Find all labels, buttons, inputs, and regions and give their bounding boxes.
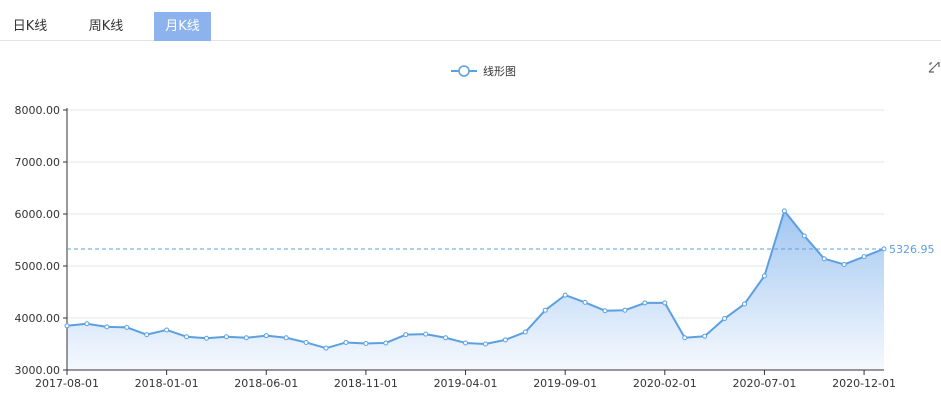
data-point[interactable] (363, 340, 369, 346)
data-point[interactable] (203, 335, 209, 341)
data-point[interactable] (124, 324, 130, 330)
y-tick-label: 3000.00 (15, 364, 61, 377)
data-point[interactable] (343, 339, 349, 345)
x-tick-label: 2020-07-01 (732, 377, 796, 390)
data-point[interactable] (303, 339, 309, 345)
data-point[interactable] (602, 308, 608, 314)
x-tick-label: 2019-09-01 (533, 377, 597, 390)
data-point[interactable] (881, 246, 887, 252)
data-point[interactable] (502, 337, 508, 343)
data-point[interactable] (423, 331, 429, 337)
data-point[interactable] (263, 333, 269, 339)
data-point[interactable] (84, 321, 90, 327)
data-point[interactable] (443, 335, 449, 341)
data-point[interactable] (104, 324, 110, 330)
data-point[interactable] (64, 323, 70, 329)
data-point[interactable] (841, 261, 847, 267)
data-point[interactable] (184, 334, 190, 340)
data-point[interactable] (861, 254, 867, 260)
data-point[interactable] (403, 332, 409, 338)
data-point[interactable] (223, 334, 229, 340)
data-point[interactable] (562, 292, 568, 298)
data-point[interactable] (164, 327, 170, 333)
data-point[interactable] (742, 301, 748, 307)
x-tick-label: 2017-08-01 (35, 377, 99, 390)
data-point[interactable] (383, 340, 389, 346)
area-fill (67, 210, 884, 370)
price-chart: 3000.00 4000.00 5000.00 6000.00 7000.00 8000.… (15, 104, 935, 390)
data-point[interactable] (662, 300, 668, 306)
data-point[interactable] (801, 233, 807, 239)
data-point[interactable] (482, 341, 488, 347)
markline-label: 5326.95 (889, 243, 935, 256)
data-point[interactable] (542, 307, 548, 313)
x-tick-label: 2018-11-01 (334, 377, 398, 390)
y-tick-label: 8000.00 (15, 104, 61, 117)
data-point[interactable] (761, 273, 767, 279)
data-point[interactable] (522, 329, 528, 335)
data-point[interactable] (642, 300, 648, 306)
x-tick-label: 2020-12-01 (832, 377, 896, 390)
x-tick-label: 2018-06-01 (234, 377, 298, 390)
data-point[interactable] (702, 333, 708, 339)
data-point[interactable] (781, 208, 787, 214)
series-area (67, 210, 884, 370)
data-point[interactable] (463, 340, 469, 346)
y-tick-label: 7000.00 (15, 156, 61, 169)
y-tick-label: 6000.00 (15, 208, 61, 221)
x-tick-label: 2019-04-01 (434, 377, 498, 390)
data-point[interactable] (243, 335, 249, 341)
y-tick-label: 5000.00 (15, 260, 61, 273)
data-point[interactable] (582, 299, 588, 305)
data-point[interactable] (622, 307, 628, 313)
data-point[interactable] (283, 335, 289, 341)
data-point[interactable] (323, 345, 329, 351)
data-point[interactable] (144, 332, 150, 338)
data-point[interactable] (722, 316, 728, 322)
x-tick-label: 2018-01-01 (135, 377, 199, 390)
y-tick-label: 4000.00 (15, 312, 61, 325)
x-tick-label: 2020-02-01 (633, 377, 697, 390)
data-point[interactable] (821, 256, 827, 262)
data-point[interactable] (682, 335, 688, 341)
